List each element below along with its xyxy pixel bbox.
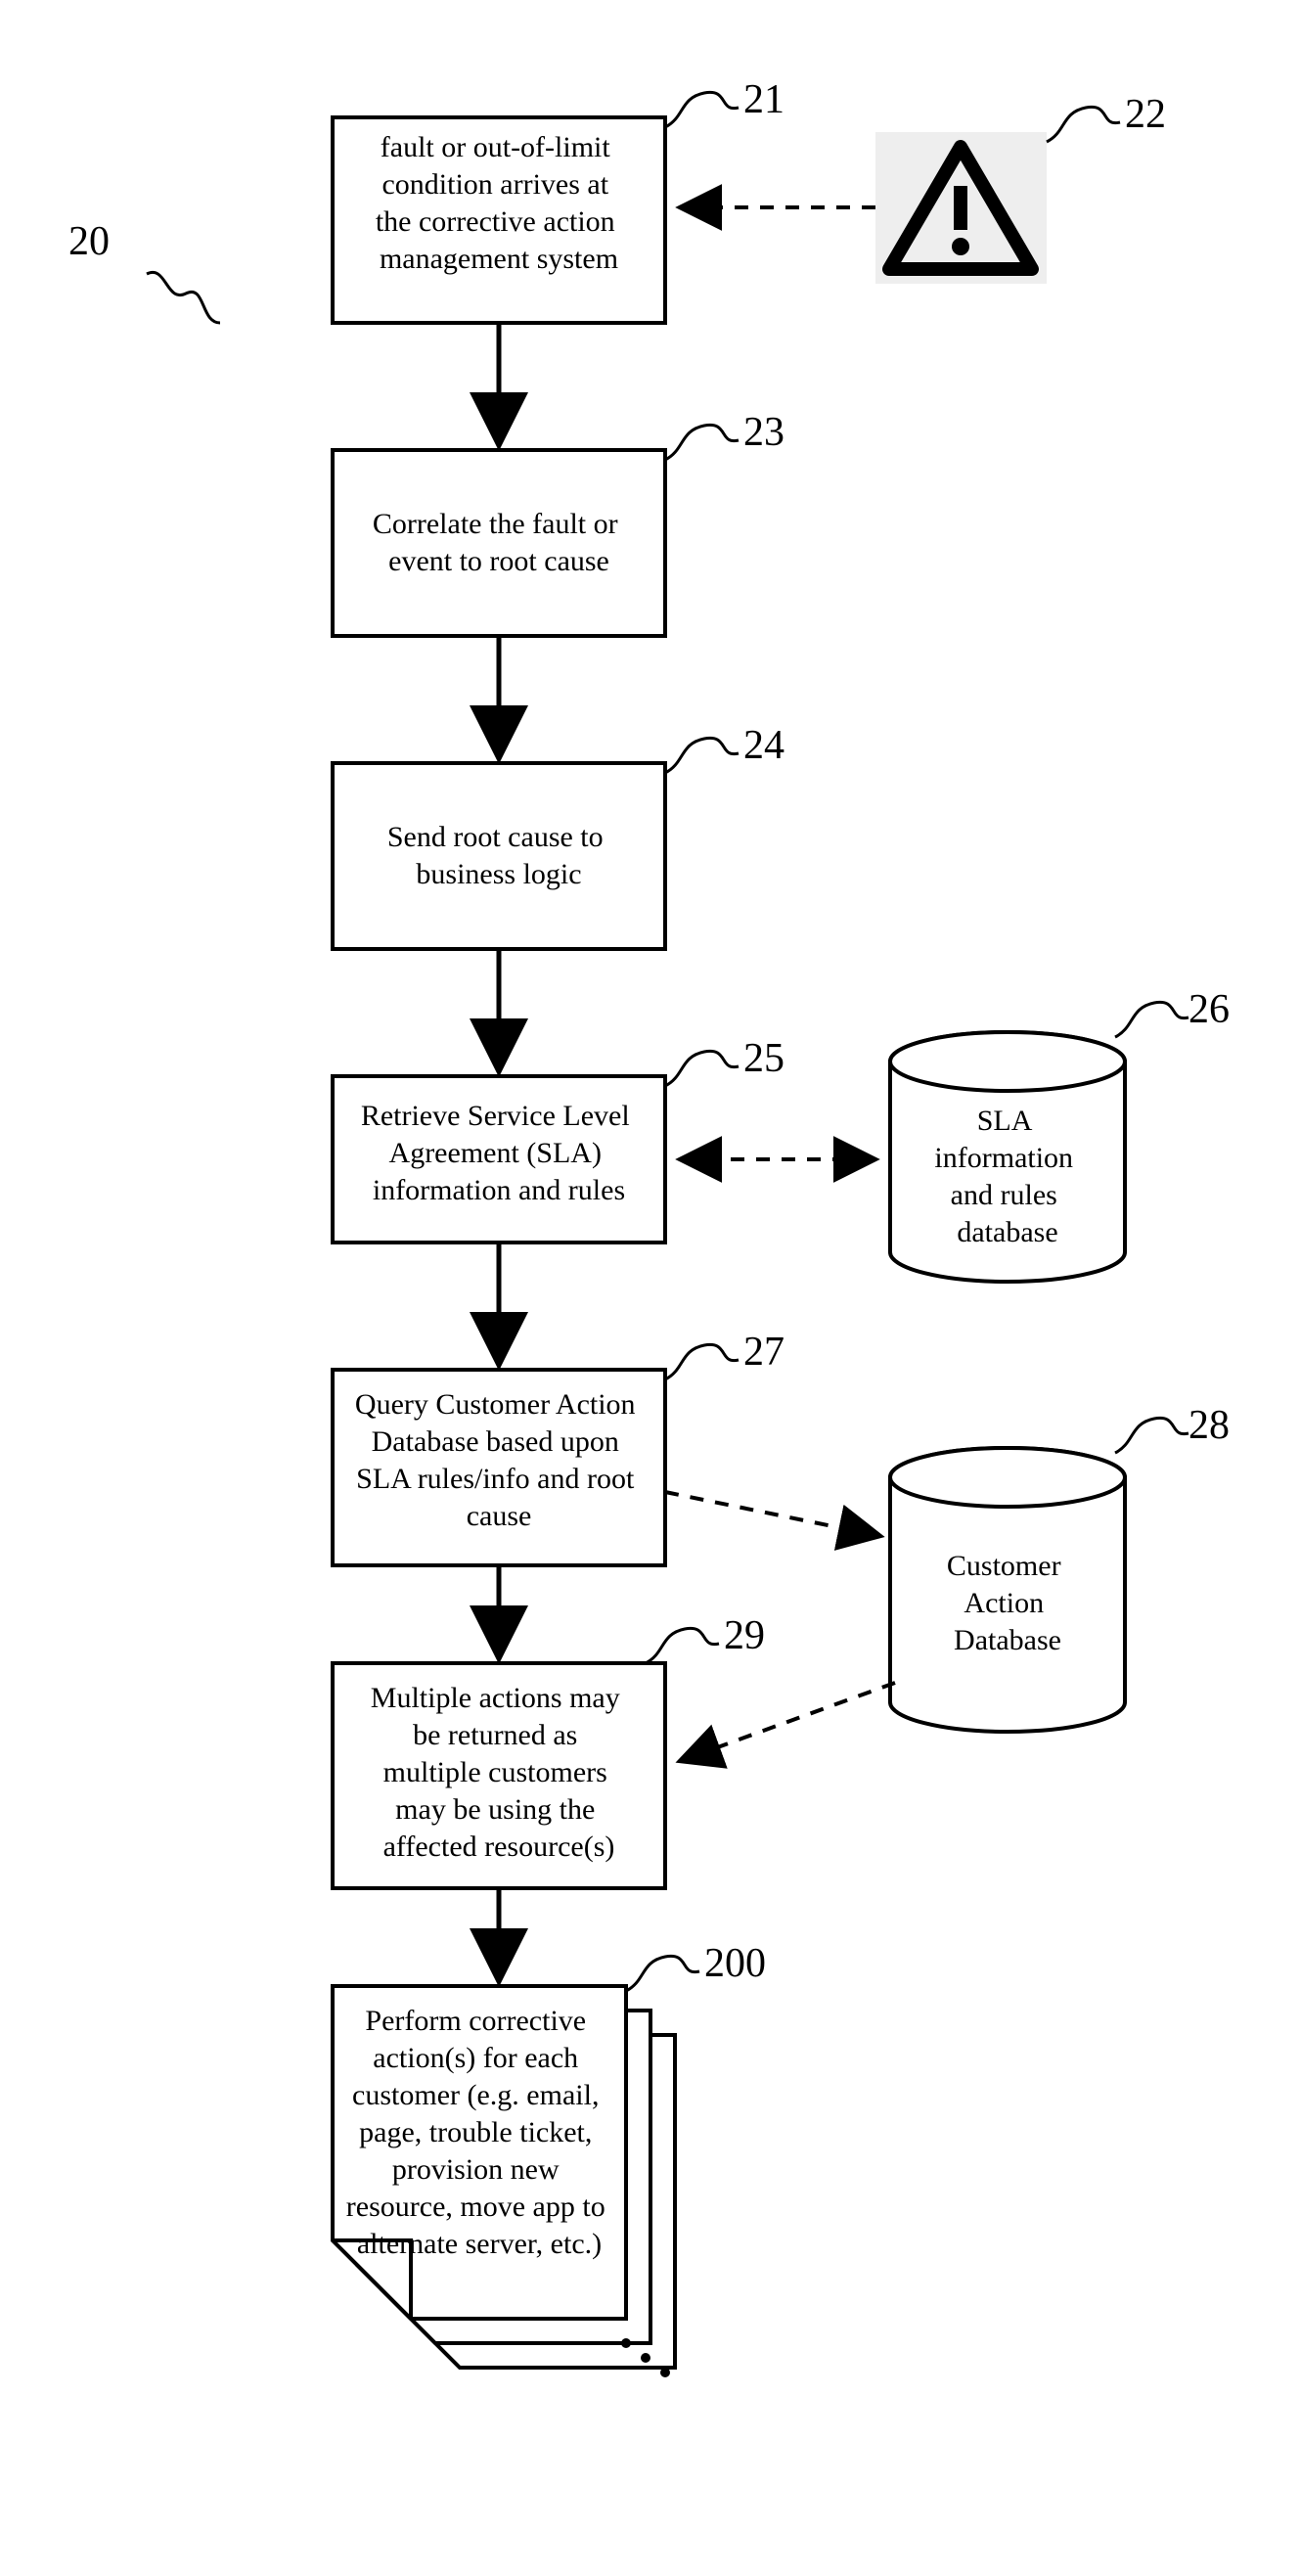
step-send-root-cause: Send root cause to business logic: [333, 763, 665, 949]
label-leader-22: [1047, 107, 1120, 142]
ref-label-26: 26: [1188, 987, 1230, 1032]
edge-27-28: [665, 1492, 880, 1536]
edge-28-29: [680, 1683, 895, 1761]
label-leader-23: [665, 425, 739, 460]
step-fault-arrives: fault or out-of-limit condition arrives …: [333, 117, 665, 323]
ref-label-28: 28: [1188, 1403, 1230, 1448]
label-leader-27: [665, 1344, 739, 1379]
svg-text:Retrieve Service Level A: Retrieve Service Level Agreement (SLA) i…: [361, 1100, 637, 1206]
step-query-customer-db: Query Customer Action Database based upo…: [333, 1370, 665, 1565]
ref-label-200: 200: [704, 1941, 766, 1986]
svg-text:Perform corrective actio: Perform corrective action(s) for each cu…: [346, 2005, 612, 2260]
ref-label-25: 25: [743, 1036, 784, 1081]
warning-icon: [875, 132, 1047, 284]
step-perform-corrective-actions: Perform corrective action(s) for each cu…: [333, 1986, 675, 2377]
label-leader-200: [626, 1956, 699, 1991]
ref-label-29: 29: [724, 1613, 765, 1658]
diagram-label: 20: [68, 219, 110, 264]
svg-text:Customer Action Da: Customer Action Database: [947, 1550, 1068, 1656]
db-sla: SLA information and rules database: [890, 1032, 1125, 1282]
svg-text:Multiple actions may be: Multiple actions may be returned as mult…: [371, 1682, 627, 1863]
label-leader-24: [665, 738, 739, 773]
label-leader-26: [1115, 1002, 1188, 1037]
ref-label-22: 22: [1125, 92, 1166, 137]
step-retrieve-sla: Retrieve Service Level Agreement (SLA) i…: [333, 1076, 665, 1243]
ref-label-21: 21: [743, 77, 784, 122]
label-leader-25: [665, 1051, 739, 1086]
step-multiple-actions: Multiple actions may be returned as mult…: [333, 1663, 665, 1888]
ref-label-23: 23: [743, 410, 784, 455]
label-leader-28: [1115, 1418, 1188, 1453]
ref-label-27: 27: [743, 1330, 784, 1375]
step-correlate-root-cause: Correlate the fault or event to root cau…: [333, 450, 665, 636]
ref-label-24: 24: [743, 723, 784, 768]
db-customer-action: Customer Action Database: [890, 1448, 1125, 1732]
label-leader-29: [646, 1628, 719, 1663]
label-leader-21: [665, 92, 739, 127]
flowchart: 20 fault or out-of-limit condition arriv…: [0, 0, 1300, 2576]
label-leader-20: [147, 272, 220, 323]
